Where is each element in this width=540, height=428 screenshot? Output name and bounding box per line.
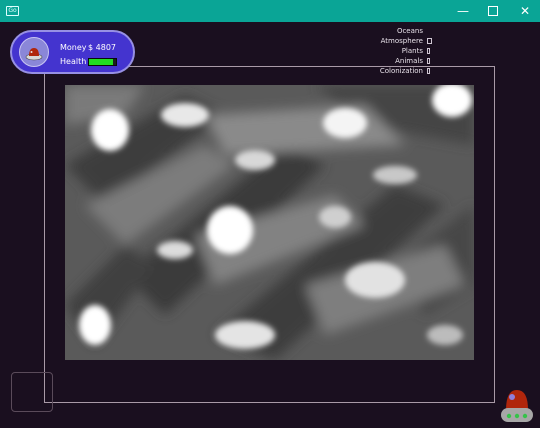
status-label: Plants	[401, 47, 423, 55]
money-value: $ 4807	[88, 43, 116, 52]
terraform-status-list: Oceans Atmosphere Plants Animals Coloniz…	[360, 26, 460, 76]
money-label: Money	[60, 43, 87, 52]
close-button[interactable]: ✕	[510, 0, 540, 22]
maximize-button[interactable]	[478, 0, 508, 22]
progress-indicator	[427, 48, 430, 54]
health-label: Health	[60, 57, 87, 66]
status-plants: Plants	[360, 46, 460, 56]
planet-terrain-map[interactable]	[65, 85, 474, 360]
ufo-pilot-icon	[19, 37, 49, 67]
status-label: Colonization	[379, 67, 423, 75]
status-label: Oceans	[396, 27, 423, 35]
player-hud: Money $ 4807 Health	[10, 30, 135, 74]
progress-indicator	[427, 58, 430, 64]
status-label: Atmosphere	[380, 37, 423, 45]
game-area[interactable]: Money $ 4807 Health Oceans Atmosphere Pl…	[0, 22, 540, 426]
health-bar	[88, 58, 117, 66]
ufo-icon[interactable]	[498, 386, 536, 424]
title-bar: Go — ✕	[0, 0, 540, 22]
progress-indicator	[427, 38, 432, 44]
status-oceans: Oceans	[360, 26, 460, 36]
terrain-image	[65, 85, 474, 360]
minimap-slot[interactable]	[11, 372, 53, 412]
maximize-icon	[488, 5, 498, 16]
status-colonization: Colonization	[360, 66, 460, 76]
health-fill	[89, 59, 114, 65]
minimize-button[interactable]: —	[448, 0, 478, 22]
status-label: Animals	[395, 57, 423, 65]
status-animals: Animals	[360, 56, 460, 66]
status-atmosphere: Atmosphere	[360, 36, 460, 46]
app-icon: Go	[6, 6, 19, 16]
progress-indicator	[427, 68, 430, 74]
